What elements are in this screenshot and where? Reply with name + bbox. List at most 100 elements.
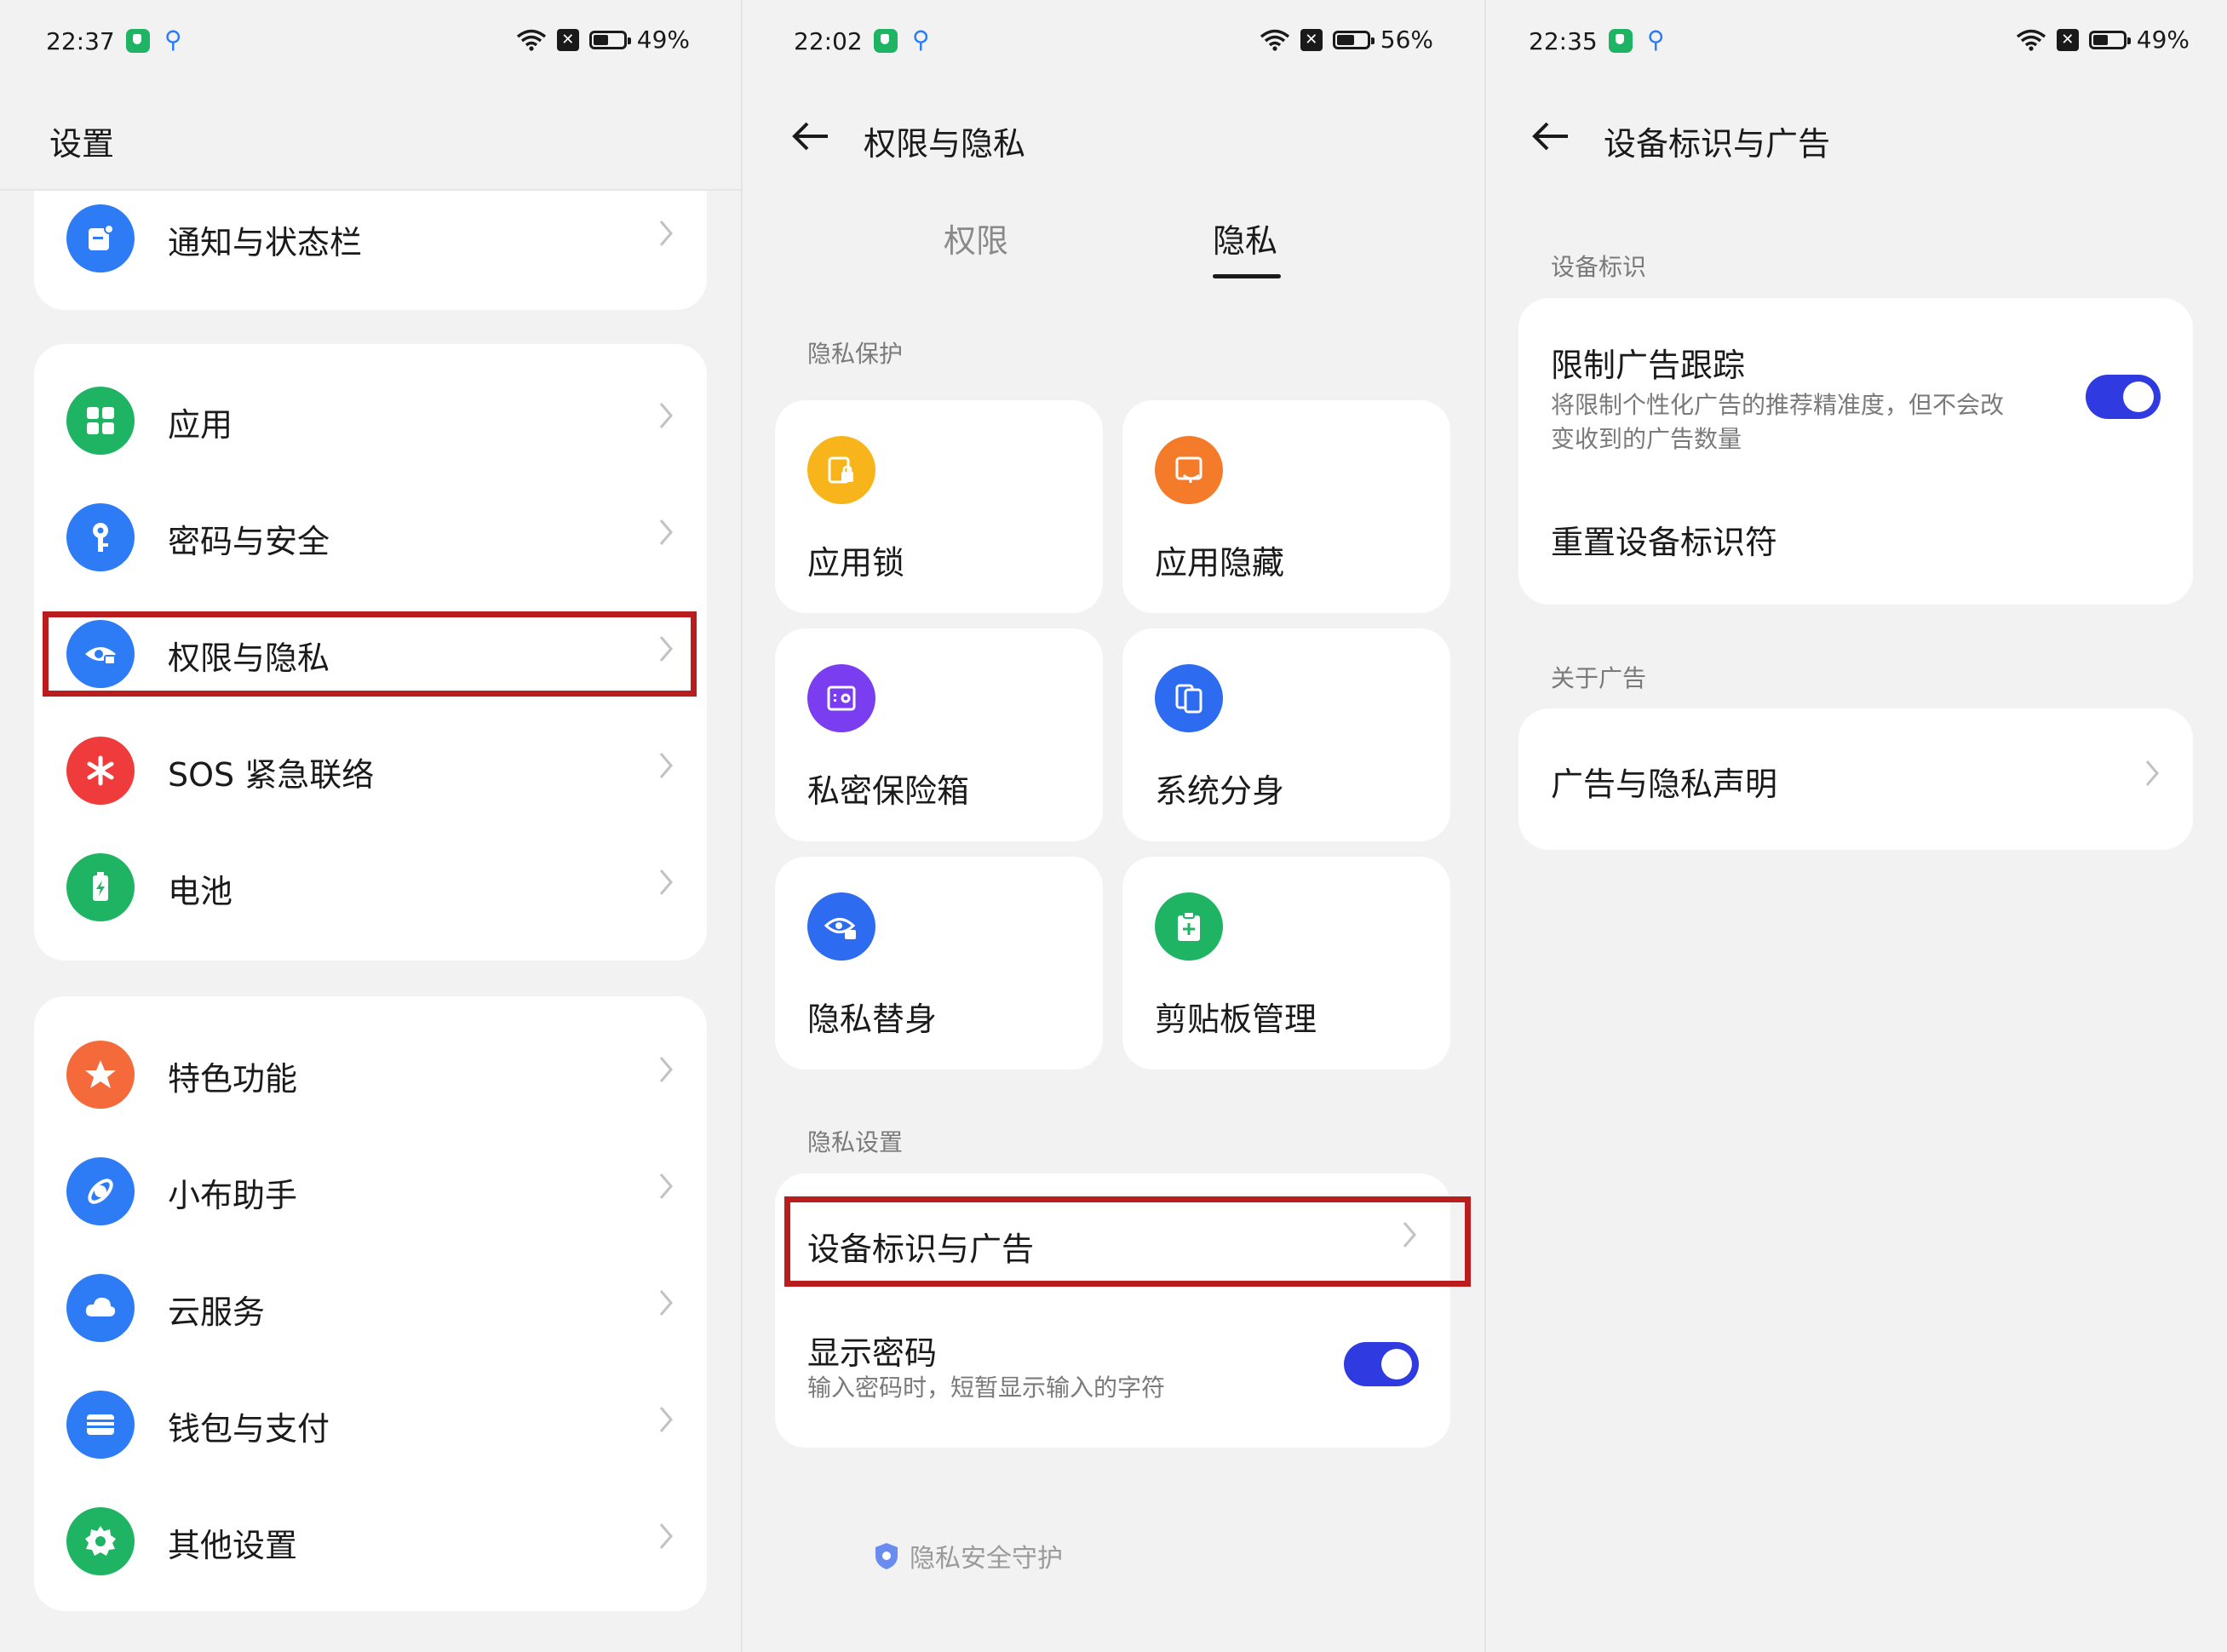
tile-system-clone[interactable]: 系统分身 <box>1122 628 1450 841</box>
settings-item-wallet[interactable]: 钱包与支付 <box>34 1374 707 1467</box>
page-title: 设备标识与广告 <box>1604 125 1831 163</box>
limit-ad-tracking-description-line2: 变收到的广告数量 <box>1551 425 1742 453</box>
settings-item-label: 特色功能 <box>168 1060 298 1098</box>
sim-off-icon: ✕ <box>556 28 579 51</box>
chevron-right-icon <box>657 1288 674 1318</box>
wifi-icon <box>1260 29 1290 51</box>
tile-label: 私密保险箱 <box>807 772 970 810</box>
gear-icon <box>66 1507 135 1575</box>
tile-privacy-double[interactable]: 隐私替身 <box>775 857 1103 1070</box>
security-app-icon <box>874 29 898 53</box>
notification-app-icon: ⚲ <box>912 26 930 54</box>
privacy-footer: 隐私安全守护 <box>874 1537 1063 1575</box>
settings-item-sos[interactable]: SOS 紧急联络 <box>34 720 707 813</box>
toggle-knob <box>1381 1349 1412 1380</box>
toggle-knob <box>2123 381 2154 412</box>
wallet-icon <box>66 1391 135 1459</box>
highlight-box <box>43 611 697 697</box>
app-lock-icon <box>807 436 875 504</box>
chevron-right-icon <box>657 1054 674 1085</box>
privacy-footer-text: 隐私安全守护 <box>910 1544 1063 1574</box>
show-password-toggle[interactable] <box>1344 1342 1419 1386</box>
sos-asterisk-icon <box>66 737 135 805</box>
settings-item-features[interactable]: 特色功能 <box>34 1024 707 1117</box>
settings-item-label: 其他设置 <box>168 1527 298 1564</box>
status-bar: 22:37 ⚲ ✕ 49% <box>0 20 741 68</box>
sim-off-icon: ✕ <box>1300 28 1323 51</box>
settings-item-apps[interactable]: 应用 <box>34 370 707 463</box>
notification-icon <box>66 204 135 272</box>
safe-box-icon <box>807 664 875 732</box>
chevron-right-icon <box>657 1404 674 1435</box>
settings-item-assistant[interactable]: 小布助手 <box>34 1140 707 1234</box>
battery-percent: 49% <box>2136 26 2190 54</box>
settings-item-password-security[interactable]: 密码与安全 <box>34 486 707 580</box>
app-hide-icon <box>1155 436 1223 504</box>
settings-group-3: 特色功能 小布助手 云服务 钱包与支付 其他设置 <box>34 996 707 1611</box>
settings-item-other[interactable]: 其他设置 <box>34 1490 707 1584</box>
tile-label: 剪贴板管理 <box>1155 1001 1317 1038</box>
tab-indicator <box>1213 274 1281 278</box>
status-time: 22:35 <box>1529 27 1598 55</box>
tile-private-safe[interactable]: 私密保险箱 <box>775 628 1103 841</box>
back-arrow-icon[interactable] <box>1530 119 1571 159</box>
settings-item-battery[interactable]: 电池 <box>34 836 707 930</box>
about-ads-card: 广告与隐私声明 <box>1518 708 2193 850</box>
section-header-privacy-protection: 隐私保护 <box>807 340 904 368</box>
shield-icon <box>874 1541 899 1570</box>
chevron-right-icon <box>657 517 674 548</box>
page-title: 设置 <box>49 125 115 163</box>
wifi-icon <box>516 29 547 51</box>
reset-device-id-button[interactable]: 重置设备标识符 <box>1551 516 1777 563</box>
notification-app-icon: ⚲ <box>164 26 182 54</box>
clone-icon <box>1155 664 1223 732</box>
show-password-title: 显示密码 <box>807 1334 938 1372</box>
settings-item-label: 小布助手 <box>168 1177 298 1214</box>
chevron-right-icon <box>657 1521 674 1552</box>
tile-label: 隐私替身 <box>807 1001 938 1038</box>
battery-percent: 56% <box>1380 26 1433 54</box>
star-icon <box>66 1041 135 1109</box>
tab-privacy[interactable]: 隐私 <box>1213 215 1277 261</box>
notification-app-icon: ⚲ <box>1647 26 1665 54</box>
tile-label: 应用锁 <box>807 544 905 582</box>
status-time: 22:02 <box>794 27 863 55</box>
apps-grid-icon <box>66 387 135 455</box>
settings-item-label: 电池 <box>168 873 233 910</box>
device-id-ads-screen: 22:35 ⚲ ✕ 49% 设备标识与广告 设备标识 限制广告跟踪 将限制个性化… <box>1484 0 2227 1652</box>
tab-permissions[interactable]: 权限 <box>944 215 1008 261</box>
section-header-about-ads: 关于广告 <box>1551 664 1647 692</box>
section-header-privacy-settings: 隐私设置 <box>807 1128 904 1156</box>
clipboard-icon <box>1155 892 1223 961</box>
tile-label: 系统分身 <box>1155 772 1285 810</box>
security-app-icon <box>126 29 150 53</box>
battery-setting-icon <box>66 853 135 921</box>
key-icon <box>66 503 135 571</box>
settings-screen: 22:37 ⚲ ✕ 49% 设置 通知与状态栏 应用 密码与安全 权限与隐私 S… <box>0 0 741 1652</box>
battery-icon <box>2088 30 2131 49</box>
settings-group-1: 通知与状态栏 <box>34 191 707 310</box>
tile-clipboard[interactable]: 剪贴板管理 <box>1122 857 1450 1070</box>
limit-ad-tracking-title: 限制广告跟踪 <box>1551 347 1746 384</box>
chevron-right-icon <box>657 867 674 898</box>
wifi-icon <box>2016 29 2046 51</box>
tile-app-lock[interactable]: 应用锁 <box>775 400 1103 613</box>
chevron-right-icon <box>657 400 674 431</box>
settings-item-label: SOS 紧急联络 <box>168 756 375 794</box>
device-id-card: 限制广告跟踪 将限制个性化广告的推荐精准度，但不会改 变收到的广告数量 重置设备… <box>1518 298 2193 605</box>
settings-item-label: 通知与状态栏 <box>168 224 363 261</box>
assistant-icon <box>66 1157 135 1225</box>
limit-ad-tracking-toggle[interactable] <box>2086 375 2161 419</box>
settings-item-label: 应用 <box>168 406 233 444</box>
tile-app-hide[interactable]: 应用隐藏 <box>1122 400 1450 613</box>
ad-privacy-statement-row[interactable] <box>1518 708 2193 850</box>
device-id-ads-row[interactable] <box>784 1196 1471 1287</box>
sim-off-icon: ✕ <box>2056 28 2079 51</box>
tile-label: 应用隐藏 <box>1155 544 1285 582</box>
battery-icon <box>1332 30 1375 49</box>
privacy-screen: 22:02 ⚲ ✕ 56% 权限与隐私 权限 隐私 隐私保护 应用锁 应用隐藏 … <box>741 0 1484 1652</box>
settings-item-label: 钱包与支付 <box>168 1410 330 1448</box>
settings-item-cloud[interactable]: 云服务 <box>34 1257 707 1351</box>
settings-item-notifications[interactable]: 通知与状态栏 <box>34 191 707 284</box>
back-arrow-icon[interactable] <box>790 119 831 159</box>
